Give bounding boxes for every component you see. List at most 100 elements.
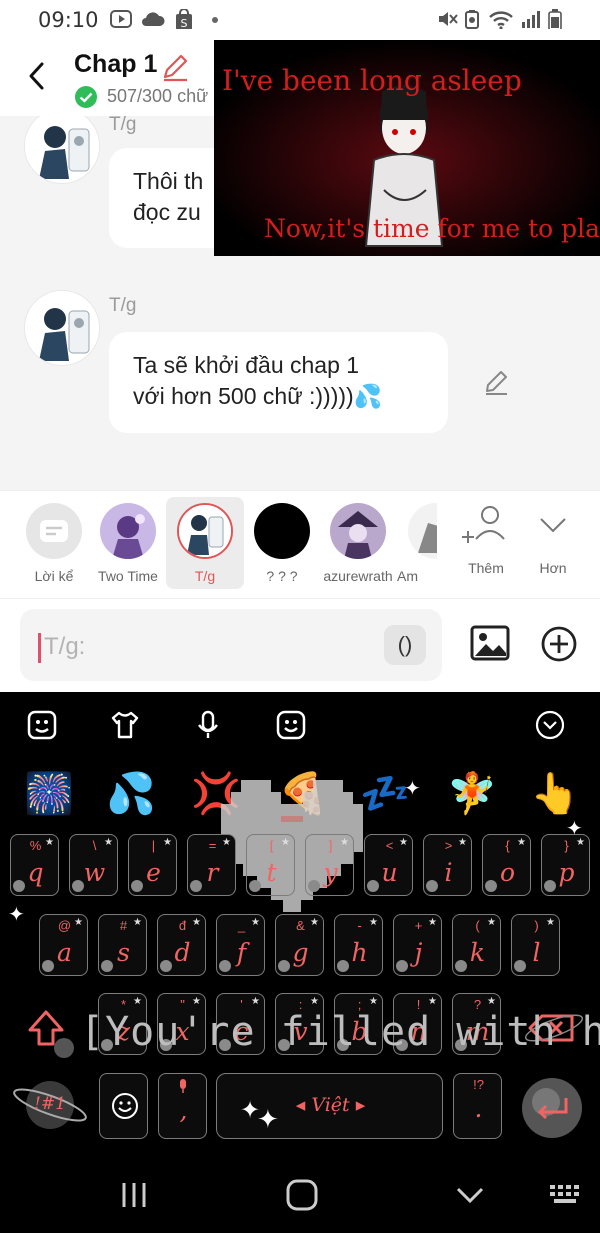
chapter-title[interactable]: Chap 1 — [74, 50, 157, 79]
sparkle-icon: ✦ — [404, 778, 421, 800]
star-icon: ★ — [45, 837, 54, 848]
planet-icon — [249, 880, 261, 892]
edit-message-icon[interactable] — [482, 368, 510, 396]
sparkle-icon: ✦ — [257, 1104, 279, 1134]
character-avatar — [100, 503, 156, 559]
character-unknown[interactable]: ? ? ? — [243, 497, 321, 589]
character-art — [330, 503, 386, 559]
emoji-suggestion[interactable]: 💤 — [360, 770, 410, 818]
key-o[interactable]: {o ★ — [482, 834, 531, 896]
keyboard-switch-icon[interactable] — [546, 1175, 586, 1215]
key-t[interactable]: [t ★ — [246, 834, 295, 896]
word-count: 507/300 chữ — [107, 86, 209, 106]
key-f[interactable]: _ f ★ — [216, 914, 265, 976]
star-icon: ★ — [192, 996, 201, 1007]
collapse-keyboard-icon[interactable] — [534, 709, 566, 741]
shift-key[interactable] — [16, 1000, 76, 1060]
keyboard[interactable]: 🎆 💦 💢 🍕 💤 🧚 👆 % q ★ \ w ★ | e ★ = r ★ [t ★ ] y ★ < u… — [0, 692, 600, 1155]
key-y[interactable]: ] y ★ — [305, 834, 354, 896]
smiley-icon — [112, 1093, 138, 1119]
video-overlay[interactable]: I've been long asleep Now,it's time for … — [214, 40, 600, 256]
key-h[interactable]: - h ★ — [334, 914, 383, 976]
message-bubble[interactable]: Ta sẽ khởi đầu chap 1 với hơn 500 chữ :)… — [109, 332, 448, 433]
key-q[interactable]: % q ★ — [10, 834, 59, 896]
author-avatar[interactable] — [24, 290, 100, 366]
more-characters-button[interactable]: Hơn — [523, 503, 583, 579]
back-button[interactable] — [22, 58, 54, 94]
period-key[interactable]: !? . — [453, 1073, 502, 1139]
character-name: azurewrath — [323, 568, 393, 584]
emoji-icon[interactable] — [275, 709, 307, 741]
star-icon: ★ — [517, 837, 526, 848]
video-caption-top: I've been long asleep — [222, 64, 522, 97]
edit-title-icon[interactable] — [160, 52, 190, 82]
emoji-suggestion[interactable]: 🧚 — [447, 770, 497, 818]
image-icon[interactable] — [470, 623, 510, 663]
star-icon: ★ — [399, 837, 408, 848]
key-p[interactable]: } p ★ — [541, 834, 590, 896]
emoji-suggestion[interactable]: 👆 — [530, 770, 580, 818]
character-avatar — [408, 503, 437, 559]
recent-apps-icon[interactable] — [116, 1175, 156, 1215]
planet-icon — [544, 880, 556, 892]
star-icon: ★ — [133, 996, 142, 1007]
character-tg[interactable]: T/g — [166, 497, 244, 589]
youtube-icon — [110, 10, 132, 28]
character-narrator[interactable]: Lời kể — [15, 497, 93, 589]
key-k[interactable]: (k ★ — [452, 914, 501, 976]
star-icon: ★ — [458, 837, 467, 848]
key-s[interactable]: # s ★ — [98, 914, 147, 976]
message-input[interactable]: T/g: () — [20, 609, 442, 681]
svg-text:S: S — [181, 17, 188, 29]
star-icon: ★ — [369, 996, 378, 1007]
planet-icon — [337, 960, 349, 972]
key-u[interactable]: < u ★ — [364, 834, 413, 896]
shirt-icon[interactable] — [109, 709, 141, 741]
sparkle-icon: ✦ — [240, 1097, 261, 1124]
add-icon[interactable] — [540, 625, 578, 663]
star-icon: ★ — [251, 996, 260, 1007]
planet-icon — [42, 960, 54, 972]
key-w[interactable]: \ w ★ — [69, 834, 118, 896]
key-e[interactable]: | e ★ — [128, 834, 177, 896]
chevron-down-icon — [540, 518, 566, 533]
mic-small-icon — [180, 1079, 186, 1093]
symbols-key[interactable]: !#1 — [10, 1070, 90, 1140]
avatar-art — [25, 116, 99, 183]
character-am[interactable]: Am — [397, 497, 437, 589]
key-d[interactable]: đ d ★ — [157, 914, 206, 976]
emoji-key[interactable] — [99, 1073, 148, 1139]
wifi-icon — [489, 11, 513, 29]
emoji-suggestion[interactable]: 🎆 — [24, 770, 74, 818]
check-icon — [75, 86, 97, 108]
character-art — [179, 505, 231, 557]
planet-icon — [514, 960, 526, 972]
key-g[interactable]: & g ★ — [275, 914, 324, 976]
character-two-time[interactable]: Two Time — [89, 497, 167, 589]
character-art — [100, 503, 156, 559]
add-character-button[interactable]: Thêm — [456, 503, 516, 579]
hope-overlay-text: [You're filled with hope] — [80, 1009, 600, 1055]
status-bar: 09:10 S — [0, 0, 600, 40]
character-art — [408, 503, 437, 559]
key-a[interactable]: @ a ★ — [39, 914, 88, 976]
key-l[interactable]: ) l ★ — [511, 914, 560, 976]
home-icon[interactable] — [282, 1175, 322, 1215]
enter-key[interactable] — [516, 1072, 588, 1144]
key-j[interactable]: + j ★ — [393, 914, 442, 976]
key-i[interactable]: > i ★ — [423, 834, 472, 896]
planet-icon — [396, 960, 408, 972]
character-azurewrath[interactable]: azurewrath — [319, 497, 397, 589]
back-nav-icon[interactable] — [450, 1175, 490, 1215]
star-icon: ★ — [163, 837, 172, 848]
comma-key[interactable]: , — [158, 1073, 207, 1139]
parentheses-button[interactable]: () — [384, 625, 426, 665]
key-r[interactable]: = r ★ — [187, 834, 236, 896]
sticker-icon[interactable] — [26, 709, 58, 741]
star-icon: ★ — [369, 917, 378, 928]
planet-icon — [485, 880, 497, 892]
author-avatar[interactable] — [24, 116, 100, 184]
message-line: Ta sẽ khởi đầu chap 1 — [133, 352, 360, 378]
mic-icon[interactable] — [192, 709, 224, 741]
emoji-suggestion[interactable]: 💦 — [106, 770, 156, 818]
